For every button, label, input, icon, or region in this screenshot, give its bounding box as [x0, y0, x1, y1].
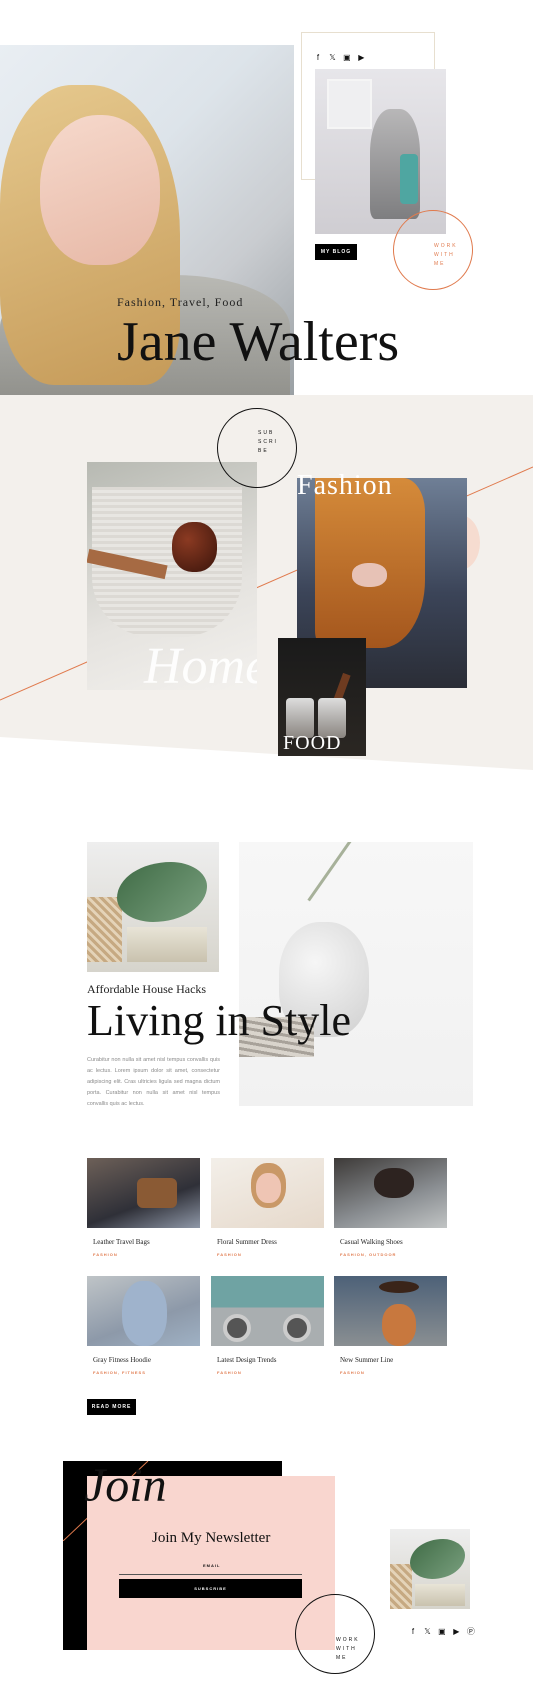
newsletter-work-with-me-circle[interactable]: WORK WITH ME [295, 1594, 375, 1674]
subscribe-label-3: BE [258, 448, 269, 454]
post-thumbnail[interactable] [87, 1276, 200, 1346]
me-label: ME [434, 261, 446, 267]
post-title[interactable]: New Summer Line [340, 1356, 393, 1364]
instagram-icon[interactable]: ▣ [437, 1628, 447, 1636]
category-fashion-label: Fashion [297, 470, 393, 501]
post-thumbnail[interactable] [87, 1158, 200, 1228]
my-blog-button[interactable]: MY BLOG [315, 244, 357, 260]
post-tags[interactable]: FASHION [217, 1252, 242, 1257]
post-thumbnail[interactable] [334, 1158, 447, 1228]
subscribe-label-2: SCRI [258, 439, 278, 445]
with-label: WITH [434, 252, 455, 258]
hero-title: Jane Walters [117, 311, 400, 373]
newsletter-script-word: Join [84, 1459, 167, 1512]
pinterest-icon[interactable]: Ⓟ [466, 1628, 476, 1636]
hero-social-links: f 𝕏 ▣ ▶ [313, 47, 366, 65]
subscribe-button[interactable]: SUBSCRIBE [119, 1579, 302, 1598]
category-food-photo[interactable]: FOOD [278, 638, 366, 756]
category-home-label: Home [144, 638, 257, 690]
post-thumbnail[interactable] [334, 1276, 447, 1346]
with-label: WITH [336, 1646, 357, 1652]
subscribe-circle[interactable]: SUB SCRI BE [217, 408, 297, 488]
post-title[interactable]: Floral Summer Dress [217, 1238, 277, 1246]
hero-secondary-photo [315, 69, 446, 234]
category-home-photo[interactable]: Home [87, 462, 257, 690]
post-title[interactable]: Leather Travel Bags [93, 1238, 150, 1246]
email-label: EMAIL [203, 1563, 221, 1568]
newsletter-title: Join My Newsletter [152, 1530, 271, 1546]
instagram-icon[interactable]: ▣ [342, 54, 352, 62]
subscribe-label-1: SUB [258, 430, 275, 436]
work-with-me-circle[interactable]: WORK WITH ME [393, 210, 473, 290]
hero-subtitle: Fashion, Travel, Food [117, 295, 244, 309]
twitter-icon[interactable]: 𝕏 [422, 1628, 432, 1636]
feature-plant-photo [87, 842, 219, 972]
post-tags[interactable]: FASHION [217, 1370, 242, 1375]
youtube-icon[interactable]: ▶ [451, 1628, 461, 1636]
twitter-icon[interactable]: 𝕏 [327, 54, 337, 62]
youtube-icon[interactable]: ▶ [356, 54, 366, 62]
facebook-icon[interactable]: f [313, 54, 323, 62]
read-more-button[interactable]: READ MORE [87, 1399, 136, 1415]
feature-body: Curabitur non nulla sit amet nisl tempus… [87, 1057, 220, 1107]
post-thumbnail[interactable] [211, 1276, 324, 1346]
newsletter-plant-photo [390, 1529, 470, 1609]
category-food-label: FOOD [283, 732, 342, 754]
post-tags[interactable]: FASHION, FITNESS [93, 1370, 146, 1375]
feature-vase-photo [239, 842, 473, 1106]
me-label: ME [336, 1655, 348, 1661]
post-title[interactable]: Latest Design Trends [217, 1356, 277, 1364]
email-field[interactable] [119, 1569, 302, 1575]
post-tags[interactable]: FASHION [340, 1370, 365, 1375]
post-tags[interactable]: FASHION [93, 1252, 118, 1257]
work-label: WORK [434, 243, 458, 249]
post-tags[interactable]: FASHION, OUTDOOR [340, 1252, 396, 1257]
footer-social-links: f 𝕏 ▣ ▶ Ⓟ [408, 1621, 476, 1639]
post-thumbnail[interactable] [211, 1158, 324, 1228]
work-label: WORK [336, 1637, 360, 1643]
feature-title: Living in Style [87, 996, 351, 1045]
post-title[interactable]: Casual Walking Shoes [340, 1238, 403, 1246]
post-title[interactable]: Gray Fitness Hoodie [93, 1356, 151, 1364]
facebook-icon[interactable]: f [408, 1628, 418, 1636]
